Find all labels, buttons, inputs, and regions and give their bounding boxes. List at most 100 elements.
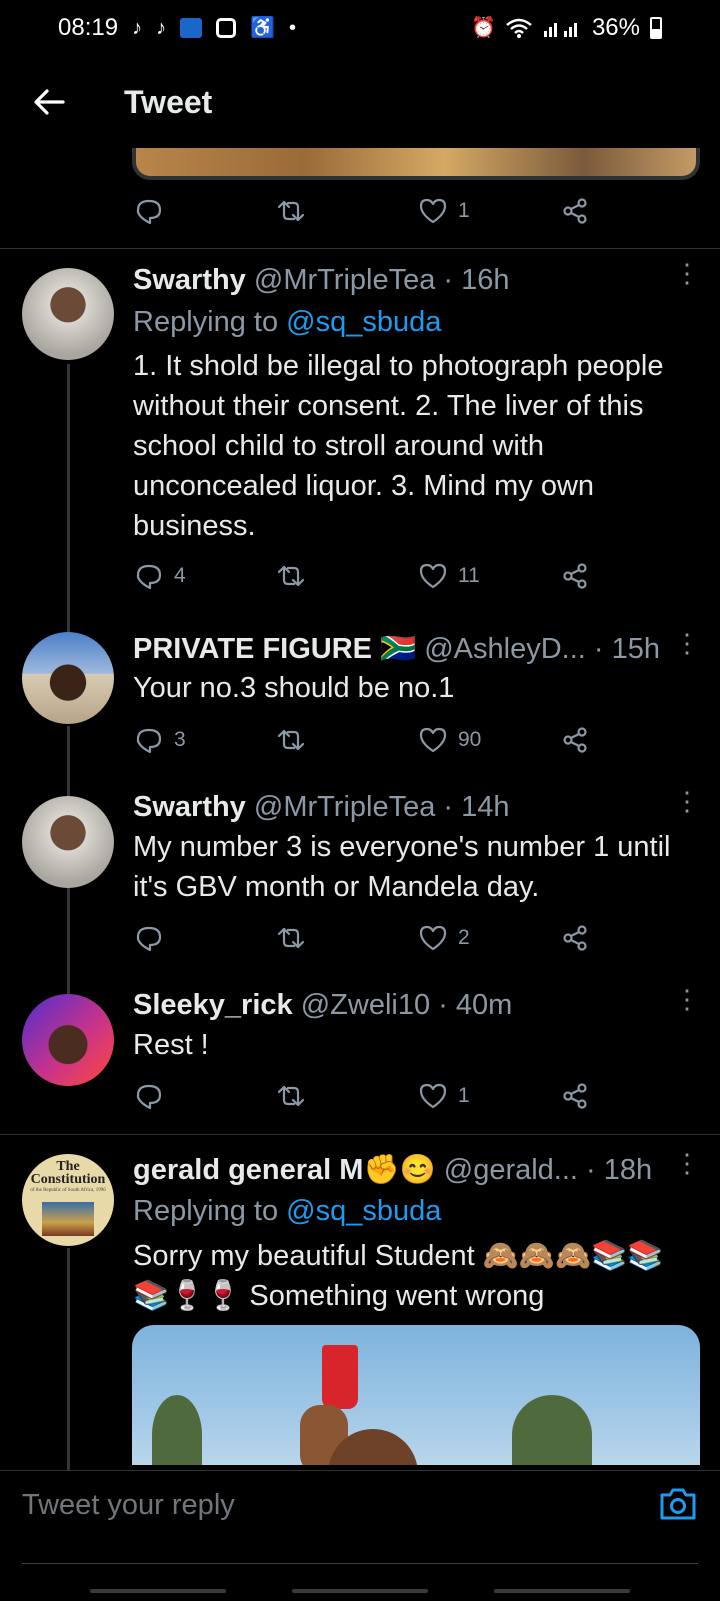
camera-icon[interactable] (658, 1485, 698, 1528)
retweet-button[interactable] (276, 196, 418, 226)
like-button[interactable]: 90 (418, 725, 560, 755)
share-button[interactable] (560, 1081, 590, 1111)
like-count: 2 (458, 926, 470, 949)
share-button[interactable] (560, 725, 590, 755)
share-button[interactable] (560, 923, 590, 953)
tweet-header: gerald general M✊😊 @gerald... · 18h (133, 1153, 690, 1187)
top-app-bar: Tweet (0, 56, 720, 148)
mention-link[interactable]: @sq_sbuda (286, 306, 441, 338)
avatar-picture (42, 1202, 94, 1236)
retweet-icon (277, 927, 305, 949)
avatar-subtext: of the Republic of South Africa, 1996 (30, 1188, 106, 1193)
reply-icon (136, 1084, 162, 1110)
reply-icon (136, 728, 162, 754)
tweet-header: Swarthy @MrTripleTea · 14h (133, 791, 690, 824)
retweet-button[interactable] (276, 561, 418, 591)
reply-count: 4 (174, 564, 186, 587)
display-name[interactable]: PRIVATE FIGURE 🇿🇦 (133, 633, 416, 665)
nav-gesture-bar (494, 1589, 630, 1593)
reply-button[interactable]: 3 (134, 725, 276, 755)
dot-icon: • (288, 17, 296, 39)
reply-input[interactable]: Tweet your reply (22, 1489, 235, 1522)
signal-icon (543, 23, 577, 37)
thread-line (67, 364, 70, 632)
tweet-actions: 1 (134, 1081, 604, 1111)
red-cup-shape (322, 1345, 358, 1409)
share-button[interactable] (560, 561, 590, 591)
reply-composer: Tweet your reply (0, 1470, 720, 1601)
tiktok-icon: ♪ (156, 17, 167, 39)
tweet-media-image[interactable] (132, 148, 700, 180)
tweet-media-image[interactable] (132, 1325, 700, 1465)
more-options-icon[interactable]: ⋮ (674, 630, 700, 656)
tweet-text: Sorry my beautiful Student 🙈🙈🙈📚📚📚🍷🍷 Some… (133, 1240, 664, 1312)
like-button[interactable]: 1 (418, 1081, 560, 1111)
battery-percent: 36% (591, 14, 640, 41)
heart-icon (419, 563, 447, 589)
retweet-icon (277, 729, 305, 751)
handle-and-time: @MrTripleTea · 14h (253, 791, 510, 823)
avatar[interactable] (22, 796, 114, 888)
mention-link[interactable]: @sq_sbuda (286, 1195, 441, 1227)
tree-shape (152, 1395, 202, 1465)
share-icon (563, 925, 587, 951)
tweet-actions: 2 (134, 923, 604, 953)
nav-gesture-bar (292, 1589, 428, 1593)
retweet-button[interactable] (276, 725, 418, 755)
accessibility-icon: ♿ (250, 17, 275, 39)
reply-count: 3 (174, 728, 186, 751)
replying-to: Replying to @sq_sbuda (133, 1195, 442, 1227)
handle-and-time: @gerald... · 18h (443, 1154, 653, 1186)
reply-icon (136, 564, 162, 590)
avatar[interactable] (22, 268, 114, 360)
nav-gesture-bar (90, 1589, 226, 1593)
page-title: Tweet (124, 83, 213, 120)
more-options-icon[interactable]: ⋮ (674, 260, 700, 286)
avatar[interactable]: The Constitution of the Republic of Sout… (22, 1154, 114, 1246)
retweet-icon (277, 1085, 305, 1107)
tweet-text: Your no.3 should be no.1 (133, 672, 455, 704)
more-options-icon[interactable]: ⋮ (674, 1150, 700, 1176)
display-name[interactable]: Swarthy (133, 264, 246, 296)
thread-line (67, 726, 70, 796)
more-options-icon[interactable]: ⋮ (674, 788, 700, 814)
avatar[interactable] (22, 632, 114, 724)
reply-button[interactable] (134, 1081, 276, 1111)
share-icon (563, 198, 587, 224)
like-button[interactable]: 2 (418, 923, 560, 953)
like-button[interactable]: 11 (418, 561, 560, 591)
share-icon (563, 1083, 587, 1109)
display-name[interactable]: Sleeky_rick (133, 989, 293, 1021)
like-count: 1 (458, 199, 470, 222)
tweet-actions: 4 11 (134, 561, 604, 591)
retweet-icon (277, 565, 305, 587)
wifi-icon (506, 18, 532, 38)
reply-button[interactable] (134, 923, 276, 953)
tiktok-icon: ♪ (132, 17, 143, 39)
share-button[interactable] (560, 196, 590, 226)
handle-and-time: @MrTripleTea · 16h (253, 264, 510, 296)
app-icon (216, 18, 237, 38)
tweet-header: PRIVATE FIGURE 🇿🇦 @AshleyD... · 15h (133, 632, 690, 666)
like-button[interactable]: 1 (418, 196, 560, 226)
reply-button[interactable]: 4 (134, 561, 276, 591)
back-arrow-icon[interactable] (24, 77, 74, 127)
divider (0, 1134, 720, 1135)
reply-icon (136, 199, 162, 225)
replying-to: Replying to @sq_sbuda (133, 306, 442, 338)
avatar[interactable] (22, 994, 114, 1086)
battery-icon (650, 17, 662, 39)
status-time: 08:19 (58, 14, 119, 41)
reply-button[interactable] (134, 196, 276, 226)
like-count: 90 (458, 728, 482, 751)
retweet-button[interactable] (276, 1081, 418, 1111)
more-options-icon[interactable]: ⋮ (674, 986, 700, 1012)
tweet-header: Sleeky_rick @Zweli10 · 40m (133, 989, 690, 1022)
retweet-button[interactable] (276, 923, 418, 953)
display-name[interactable]: gerald general M✊😊 (133, 1154, 436, 1186)
reply-icon (136, 926, 162, 952)
reply-underline (22, 1563, 698, 1564)
thread-line (67, 888, 70, 994)
heart-icon (419, 925, 447, 951)
display-name[interactable]: Swarthy (133, 791, 246, 823)
